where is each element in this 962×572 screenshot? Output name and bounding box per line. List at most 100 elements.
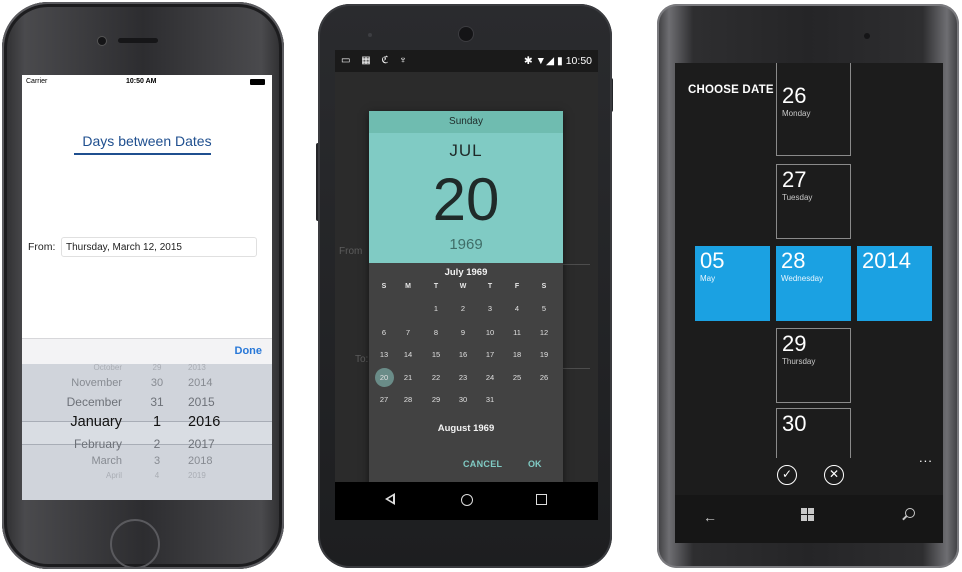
calendar-day[interactable]: 18 bbox=[505, 350, 529, 359]
weekday-label: W bbox=[459, 283, 467, 290]
weekday-label: M bbox=[405, 283, 411, 290]
calendar-day[interactable]: 25 bbox=[505, 373, 529, 382]
calendar-day[interactable]: 7 bbox=[396, 328, 420, 337]
calendar-day[interactable]: 10 bbox=[478, 328, 502, 337]
weekday-label: T bbox=[487, 283, 493, 290]
bg-from-label: From bbox=[339, 246, 363, 257]
calendar-day[interactable]: 2 bbox=[451, 304, 475, 313]
weekday-label: T bbox=[433, 283, 439, 290]
calendar-month-title: July 1969 bbox=[444, 267, 488, 278]
camera-icon bbox=[98, 37, 106, 45]
picker-month-item[interactable]: March bbox=[32, 455, 122, 467]
back-icon-inner bbox=[388, 496, 393, 502]
status-time: 10:50 bbox=[565, 55, 592, 67]
calendar-day[interactable]: 14 bbox=[396, 350, 420, 359]
sensor-dot bbox=[368, 33, 372, 37]
calendar-day[interactable]: 31 bbox=[478, 395, 502, 404]
calendar-day[interactable]: 12 bbox=[532, 328, 556, 337]
page-title: CHOOSE DATE bbox=[688, 84, 774, 96]
day-number: 30 bbox=[782, 411, 807, 436]
header-month[interactable]: JUL bbox=[369, 141, 563, 161]
picker-month-item[interactable]: October bbox=[32, 364, 122, 372]
calendar-day[interactable]: 20 bbox=[372, 373, 396, 382]
picker-toolbar: Done bbox=[22, 338, 272, 364]
picker-day-item[interactable]: 29 bbox=[147, 364, 167, 372]
month-tile[interactable]: 05 May bbox=[695, 246, 770, 321]
calendar-day[interactable]: 11 bbox=[505, 328, 529, 337]
picker-day-item[interactable]: 2 bbox=[147, 437, 167, 451]
picker-year-item[interactable]: 2015 bbox=[188, 395, 215, 409]
day-tile[interactable]: 29 Thursday bbox=[776, 328, 851, 403]
picker-year-item[interactable]: 2018 bbox=[188, 455, 212, 467]
picker-year-item[interactable]: 2014 bbox=[188, 377, 212, 389]
calendar-day[interactable]: 21 bbox=[396, 373, 420, 382]
calendar-day[interactable]: 3 bbox=[478, 304, 502, 313]
calendar-day[interactable]: 8 bbox=[424, 328, 448, 337]
month-name: May bbox=[700, 274, 716, 283]
picker-month-item[interactable]: February bbox=[32, 437, 122, 451]
year-tile[interactable]: 2014 bbox=[857, 246, 932, 321]
calendar-day[interactable]: 13 bbox=[372, 350, 396, 359]
picker-day-item[interactable]: 4 bbox=[147, 471, 167, 480]
close-icon[interactable]: ✕ bbox=[824, 465, 844, 485]
day-tile[interactable]: 27 Tuesday bbox=[776, 164, 851, 239]
from-date-field[interactable]: Thursday, March 12, 2015 bbox=[61, 237, 257, 257]
ios-status-bar: Carrier 10:50 AM bbox=[22, 75, 272, 89]
calendar-day[interactable]: 29 bbox=[424, 395, 448, 404]
day-tile[interactable]: 28 Wednesday bbox=[776, 246, 851, 321]
page-title: Days between Dates bbox=[82, 133, 212, 149]
day-tile[interactable]: 26 Monday bbox=[776, 63, 851, 156]
cancel-button[interactable]: CANCEL bbox=[463, 459, 502, 469]
windows-icon[interactable] bbox=[801, 508, 815, 522]
home-button[interactable] bbox=[110, 519, 160, 569]
done-button[interactable]: Done bbox=[235, 345, 263, 357]
picker-day-item[interactable]: 3 bbox=[147, 455, 167, 467]
search-icon-handle bbox=[902, 515, 907, 521]
header-year[interactable]: 1969 bbox=[369, 236, 563, 253]
date-picker-dialog: Sunday JUL 20 1969 July 1969 SMTWTFS1234… bbox=[369, 111, 563, 487]
calendar-day[interactable]: 4 bbox=[505, 304, 529, 313]
calendar-day[interactable]: 22 bbox=[424, 373, 448, 382]
back-icon[interactable]: ← bbox=[703, 509, 717, 525]
ok-button[interactable]: OK bbox=[528, 459, 542, 469]
picker-month-item[interactable]: January bbox=[32, 414, 122, 430]
calendar-day[interactable]: 1 bbox=[424, 304, 448, 313]
picker-month-item[interactable]: December bbox=[32, 395, 122, 409]
check-icon[interactable]: ✓ bbox=[777, 465, 797, 485]
day-tile[interactable]: 30 bbox=[776, 408, 851, 458]
day-name: Monday bbox=[782, 109, 811, 118]
picker-day-item[interactable]: 31 bbox=[147, 395, 167, 409]
header-day[interactable]: 20 bbox=[369, 165, 563, 234]
status-right: ✱ ▼◢ ▮ 10:50 bbox=[523, 55, 592, 67]
picker-year-item[interactable]: 2013 bbox=[188, 364, 206, 372]
calendar-day[interactable]: 16 bbox=[451, 350, 475, 359]
calendar-day[interactable]: 23 bbox=[451, 373, 475, 382]
picker-month-item[interactable]: November bbox=[32, 377, 122, 389]
picker-year-item[interactable]: 2019 bbox=[188, 471, 206, 480]
calendar-day[interactable]: 6 bbox=[372, 328, 396, 337]
recents-icon[interactable] bbox=[536, 494, 547, 505]
picker-day-item[interactable]: 30 bbox=[147, 377, 167, 389]
calendar-day[interactable]: 26 bbox=[532, 373, 556, 382]
picker-day-item[interactable]: 1 bbox=[147, 414, 167, 430]
calendar-day[interactable]: 9 bbox=[451, 328, 475, 337]
camera-icon bbox=[864, 33, 870, 39]
calendar-day[interactable]: 17 bbox=[478, 350, 502, 359]
battery-icon bbox=[250, 79, 265, 85]
calendar-day[interactable]: 15 bbox=[424, 350, 448, 359]
calendar-day[interactable]: 19 bbox=[532, 350, 556, 359]
carrier-label: Carrier bbox=[26, 78, 48, 85]
calendar-day[interactable]: 30 bbox=[451, 395, 475, 404]
picker-month-item[interactable]: April bbox=[32, 471, 122, 480]
home-icon[interactable] bbox=[461, 494, 473, 506]
calendar-day[interactable]: 27 bbox=[372, 395, 396, 404]
picker-year-item[interactable]: 2017 bbox=[188, 437, 215, 451]
weekday-header: Sunday bbox=[369, 111, 563, 133]
calendar-day[interactable]: 24 bbox=[478, 373, 502, 382]
date-picker-wheel[interactable]: October 29 2013 November 30 2014 December 31 201… bbox=[22, 364, 272, 500]
more-icon[interactable]: ... bbox=[919, 450, 933, 465]
picker-year-item[interactable]: 2016 bbox=[188, 414, 220, 430]
calendar-day[interactable]: 5 bbox=[532, 304, 556, 313]
day-number: 26 bbox=[782, 83, 807, 108]
calendar-day[interactable]: 28 bbox=[396, 395, 420, 404]
